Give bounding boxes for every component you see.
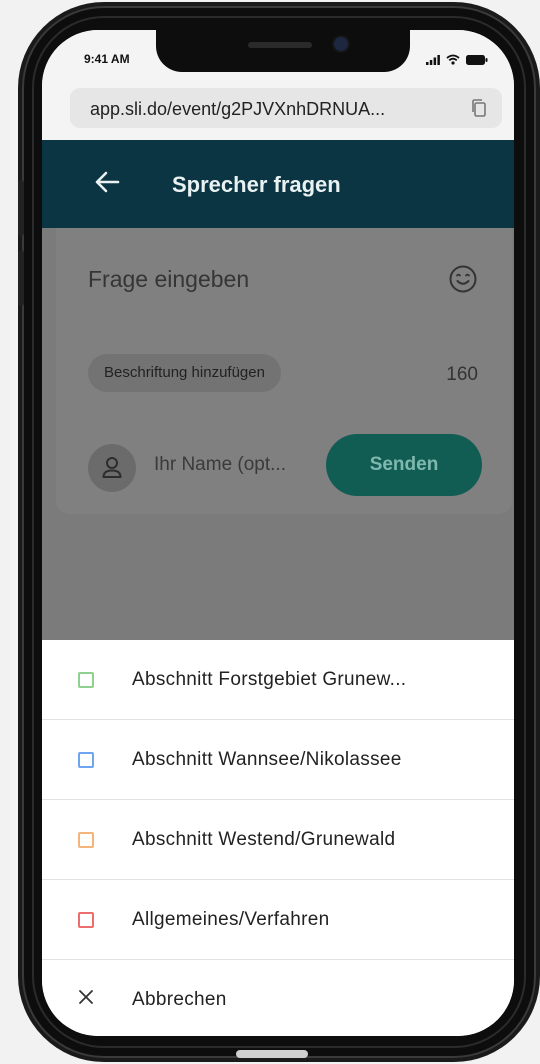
name-input[interactable]: Ihr Name (opt... [154,454,324,476]
speaker [248,42,312,48]
sheet-item-westend[interactable]: Abschnitt Westend/Grunewald [42,800,514,880]
status-icons [426,52,488,70]
sheet-item-wannsee[interactable]: Abschnitt Wannsee/Nikolassee [42,720,514,800]
signal-icon [426,52,440,70]
battery-icon [466,52,488,70]
url-text[interactable]: app.sli.do/event/g2PJVXnhDRNUA... [90,99,460,120]
phone-screen: 9:41 AM app.sli.do/event/g2PJVXnhDRNUA..… [42,30,514,1036]
add-label-button[interactable]: Beschriftung hinzufügen [88,354,281,392]
sheet-item-label: Abschnitt Wannsee/Nikolassee [132,748,402,770]
home-indicator [236,1050,308,1058]
phone-side-button [18,180,24,236]
status-time: 9:41 AM [84,52,130,66]
label-color-box [78,671,94,688]
character-counter: 160 [446,364,478,385]
avatar [88,444,136,492]
page-title: Sprecher fragen [172,172,341,197]
camera [334,37,348,51]
question-input[interactable]: Frage eingeben [88,266,249,293]
app-header: Sprecher fragen [42,140,514,228]
label-color-box [78,831,94,848]
send-button[interactable]: Senden [326,434,482,496]
emoji-icon[interactable] [448,264,478,299]
copy-icon[interactable] [470,98,488,123]
browser-chrome: app.sli.do/event/g2PJVXnhDRNUA... [42,80,514,140]
back-arrow-icon[interactable] [94,170,120,199]
cancel-button[interactable]: Abbrechen [42,960,514,1036]
label-color-box [78,911,94,928]
sheet-item-label: Allgemeines/Verfahren [132,908,330,930]
sheet-item-forstgebiet[interactable]: Abschnitt Forstgebiet Grunew... [42,640,514,720]
wifi-icon [446,52,460,70]
sheet-item-label: Abschnitt Westend/Grunewald [132,828,396,850]
label-color-box [78,751,94,768]
question-form: Frage eingeben Beschriftung hinzufügen 1… [56,228,512,514]
sheet-item-label: Abschnitt Forstgebiet Grunew... [132,668,407,690]
close-icon [78,989,94,1010]
cancel-label: Abbrechen [132,988,227,1010]
label-picker-sheet: Abschnitt Forstgebiet Grunew... Abschnit… [42,640,514,1036]
dimmed-content: Frage eingeben Beschriftung hinzufügen 1… [42,228,514,640]
phone-side-button [18,250,24,306]
notch [156,30,410,72]
sheet-item-allgemeines[interactable]: Allgemeines/Verfahren [42,880,514,960]
address-bar[interactable]: app.sli.do/event/g2PJVXnhDRNUA... [70,88,502,128]
